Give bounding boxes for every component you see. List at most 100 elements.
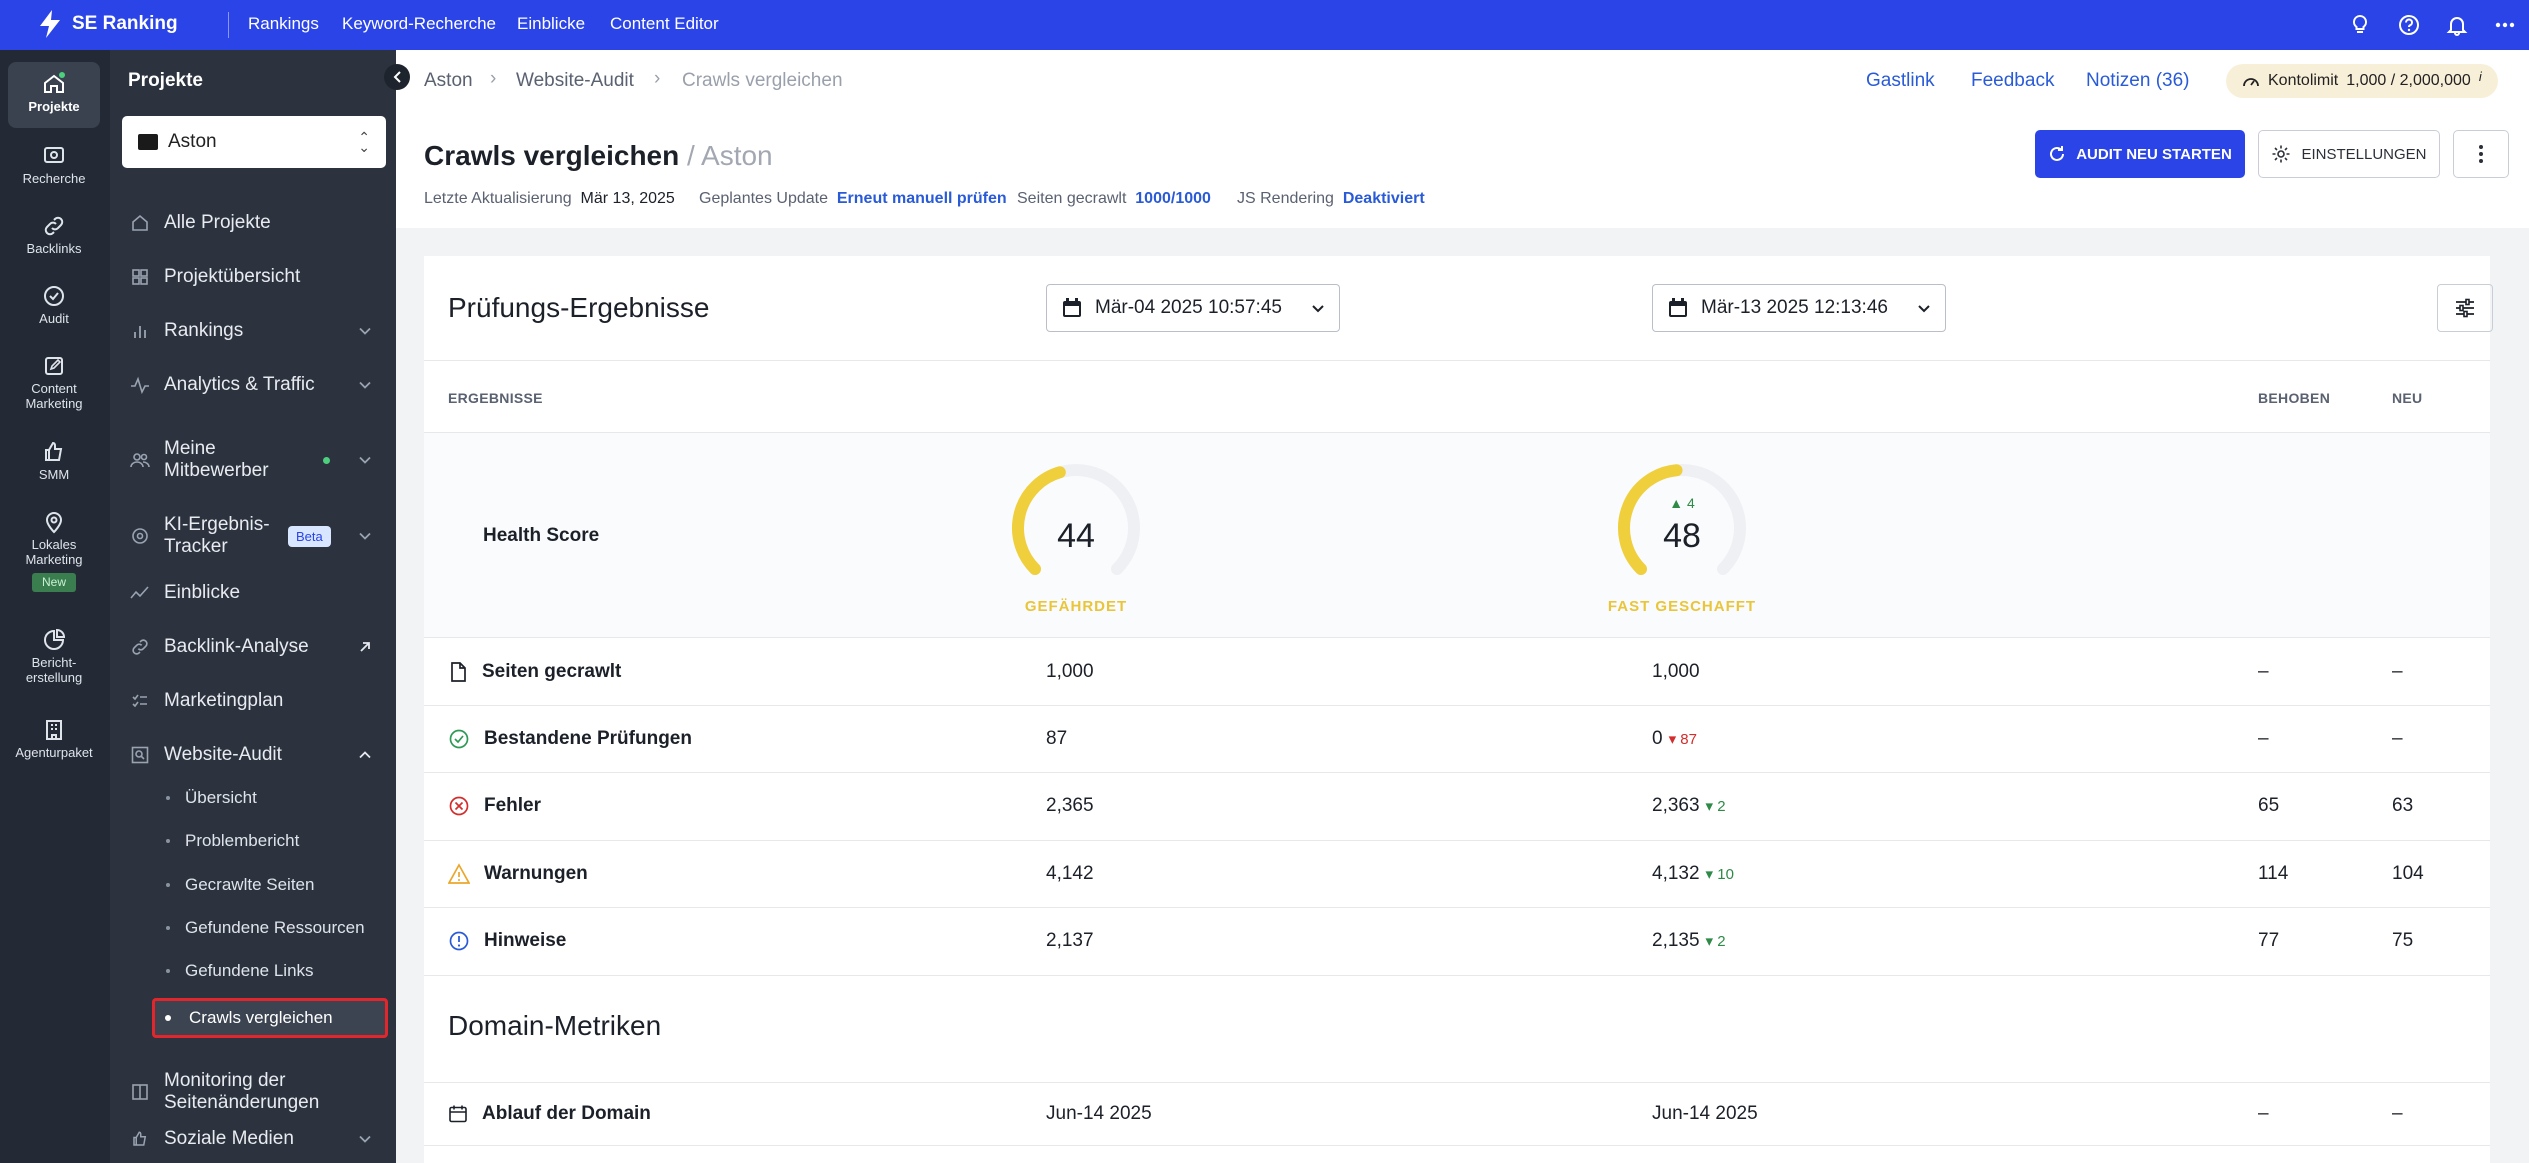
row-label-text: Ablauf der Domain [482,1103,651,1124]
nav-content-editor[interactable]: Content Editor [610,14,719,34]
sub-item-label: Gefundene Links [185,961,314,980]
chevron-down-icon [359,456,371,464]
value-new-text: 63 [2392,795,2414,817]
sidebar-sub-crawled-pages[interactable]: Gecrawlte Seiten [166,875,314,895]
sidebar-item-change-monitoring[interactable]: Monitoring der Seitenänderungen [130,1062,386,1122]
sidebar-item-backlink-analysis[interactable]: Backlink-Analyse [130,636,386,658]
account-limit-badge[interactable]: Kontolimit 1,000 / 2,000,000 i [2226,64,2498,98]
value-a: 2,365 [1046,773,1094,840]
edit-icon [45,357,63,375]
rail-agency-pack[interactable]: Agenturpaket [8,718,100,760]
sidebar-item-all-projects[interactable]: Alle Projekte [130,212,386,234]
value-b-text: 1,000 [1652,660,1700,682]
value-new: 75 [2392,908,2413,975]
feedback-link[interactable]: Feedback [1971,70,2054,92]
app-rail: Projekte Recherche Backlinks Audit Conte… [0,50,110,1163]
rail-local-marketing[interactable]: Lokales Marketing New [8,510,100,592]
sidebar-item-analytics-traffic[interactable]: Analytics & Traffic [130,374,386,396]
rail-agency-pack-label: Agenturpaket [15,745,93,760]
guest-link[interactable]: Gastlink [1866,70,1935,92]
sidebar-sub-found-resources[interactable]: Gefundene Ressourcen [166,918,365,938]
help-icon[interactable] [2396,12,2422,38]
new-badge: New [31,573,76,592]
pages-crawled-link[interactable]: 1000/1000 [1135,190,1211,207]
sidebar-item-label: Projektübersicht [164,266,301,287]
document-icon [448,661,468,683]
chevron-left-icon [393,71,401,83]
rail-projects[interactable]: Projekte [8,62,100,128]
chevron-down-icon [359,1135,371,1143]
bullet-dot [166,883,170,887]
crawl-date-a-select[interactable]: Mär-04 2025 10:57:45 [1046,284,1340,332]
bell-icon[interactable] [2444,12,2470,38]
restart-audit-button[interactable]: AUDIT NEU STARTEN [2035,130,2245,178]
breadcrumb-website-audit[interactable]: Website-Audit [516,70,634,92]
chevron-down-icon [359,381,371,389]
sidebar-item-ai-tracker[interactable]: KI-Ergebnis-Tracker Beta [130,506,386,566]
breadcrumb-separator-icon: › [654,68,661,89]
refresh-icon [2050,146,2065,161]
delta-badge: ▾ 10 [1706,865,1734,883]
rail-content-marketing[interactable]: Content Marketing [8,354,100,411]
rail-smm[interactable]: SMM [8,440,100,482]
value-a-text: 4,142 [1046,862,1094,884]
value-a-text: 87 [1046,727,1068,749]
restart-audit-label: AUDIT NEU STARTEN [2076,145,2232,163]
nav-insights[interactable]: Einblicke [517,14,585,34]
sidebar-sub-overview[interactable]: Übersicht [166,788,257,808]
sidebar-sub-compare-crawls[interactable]: Crawls vergleichen [152,998,388,1038]
value-fixed-text: – [2258,1103,2269,1124]
row-label-text: Bestandene Prüfungen [484,727,692,749]
sub-item-label: Gefundene Ressourcen [185,918,365,937]
brand-logo[interactable]: SE Ranking [38,10,178,38]
value-new-text: – [2392,660,2403,682]
project-selector[interactable]: Aston ⌃ ⌄ [122,116,386,168]
sidebar-sub-issue-report[interactable]: Problembericht [166,831,299,851]
value-a: 87 [1046,705,1067,772]
crawl-date-b-select[interactable]: Mär-13 2025 12:13:46 [1652,284,1946,332]
value-new: 63 [2392,773,2413,840]
value-new: 104 [2392,840,2424,907]
more-options-button[interactable] [2453,130,2509,178]
planned-update-link[interactable]: Erneut manuell prüfen [837,190,1007,207]
sidebar-sub-found-links[interactable]: Gefundene Links [166,961,314,981]
rail-research[interactable]: Recherche [8,144,100,186]
settings-button[interactable]: EINSTELLUNGEN [2258,130,2440,178]
bullet-dot [166,969,170,973]
notes-link[interactable]: Notizen (36) [2086,70,2190,92]
more-menu-icon[interactable] [2492,12,2518,38]
sidebar-item-label: Soziale Medien [164,1128,294,1149]
nav-keyword-research[interactable]: Keyword-Recherche [342,14,496,34]
value-new: – [2392,705,2403,772]
sidebar-item-insights[interactable]: Einblicke [130,582,386,604]
nav-rankings[interactable]: Rankings [248,14,319,34]
collapse-sidebar-button[interactable] [384,64,410,90]
rail-reporting[interactable]: Bericht-erstellung [8,628,100,685]
status-dot [323,457,330,464]
row-label: Warnungen [448,840,588,907]
health-score-a-value: 44 [1057,517,1095,555]
lightbulb-icon[interactable] [2347,12,2373,38]
split-page-icon [130,1082,150,1102]
sidebar-item-website-audit[interactable]: Website-Audit [130,744,386,766]
row-label: Fehler [448,773,541,840]
value-fixed: – [2258,705,2269,772]
topbar-divider [228,12,229,38]
sidebar-item-competitors[interactable]: Meine Mitbewerber [130,430,386,490]
chevron-down-icon [1312,304,1324,312]
rail-backlinks[interactable]: Backlinks [8,214,100,256]
pages-crawled-label: Seiten gecrawlt [1017,190,1127,207]
sidebar-item-project-overview[interactable]: Projektübersicht [130,266,386,288]
breadcrumb-project[interactable]: Aston [424,70,473,92]
column-settings-button[interactable] [2437,284,2493,332]
sidebar-item-marketing-plan[interactable]: Marketingplan [130,690,386,712]
js-rendering-link[interactable]: Deaktiviert [1343,190,1425,207]
sliders-icon [2456,298,2474,318]
ai-target-icon [130,526,150,546]
rail-audit[interactable]: Audit [8,284,100,326]
sidebar-item-social-media[interactable]: Soziale Medien [130,1128,386,1150]
value-b-text: 2,135 [1652,930,1700,952]
health-gauge-a: 44 [1006,462,1146,592]
sidebar-item-rankings[interactable]: Rankings [130,320,386,342]
row-label: Seiten gecrawlt [448,638,621,705]
